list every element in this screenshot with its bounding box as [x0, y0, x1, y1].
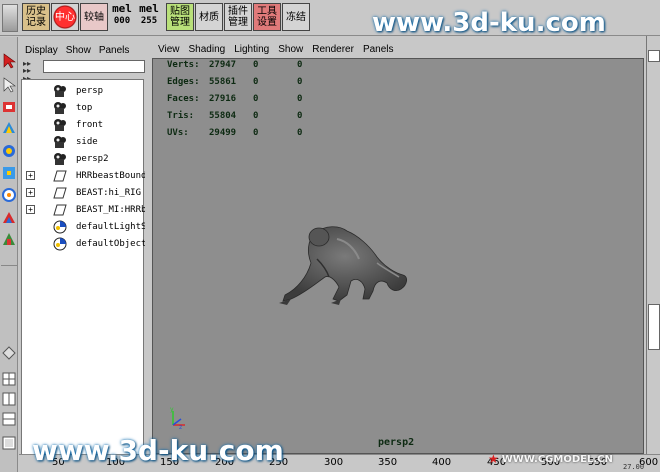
time-tick: 400 [432, 457, 452, 468]
select-tool-icon[interactable] [1, 53, 17, 69]
time-tick: 350 [378, 457, 398, 468]
star-icon: ★ [488, 452, 499, 466]
outliner-search-input[interactable] [43, 60, 145, 73]
outliner-item-beast-hi-rig[interactable]: + BEAST:hi_RIG [22, 184, 145, 201]
scale-tool-icon[interactable] [1, 165, 17, 181]
current-time-field[interactable]: 27.00 [623, 463, 644, 471]
viewport-menu-panels[interactable]: Panels [363, 44, 394, 55]
move-tool-icon[interactable] [1, 121, 17, 137]
viewport-menu-show[interactable]: Show [278, 44, 303, 55]
outliner-item-default-light-set[interactable]: defaultLightSet [22, 218, 145, 235]
outliner-item-persp2[interactable]: persp2 [22, 150, 145, 167]
manipulator-tool-icon[interactable] [1, 187, 17, 203]
channel-box-field[interactable] [648, 50, 660, 62]
expand-icon[interactable]: + [26, 188, 35, 197]
tool-settings-button[interactable]: 工具 设置 [253, 3, 281, 31]
expand-icon[interactable]: + [26, 171, 35, 180]
set-icon [52, 237, 68, 251]
material-button[interactable]: 材质 [195, 3, 223, 31]
layout-outliner-icon[interactable] [1, 411, 17, 427]
rotate-tool-icon[interactable] [1, 143, 17, 159]
outliner-menu-panels[interactable]: Panels [99, 45, 130, 56]
outliner-item-side[interactable]: side [22, 133, 145, 150]
layout-single-icon[interactable] [1, 345, 17, 361]
maya-window: 历史 记录 中心 较轴 mel 000 mel 255 贴图 管理 材质 插件 … [0, 0, 660, 472]
layout-separator [1, 265, 17, 266]
show-manip-tool-icon[interactable] [1, 231, 17, 247]
viewport-menu-renderer[interactable]: Renderer [312, 44, 354, 55]
cgmodel-logo: ★ WWW.CGMODEL.CN [488, 452, 613, 466]
hud-edges: Edges: 55861 0 0 [167, 77, 303, 87]
watermark-top: www.3d-ku.com [372, 8, 606, 38]
outliner-panel: Display Show Panels ▸▸▸▸ ▸▸ persp top fr… [19, 37, 146, 472]
camera-icon [52, 101, 68, 115]
camera-icon [52, 84, 68, 98]
time-tick: 300 [324, 457, 344, 468]
outliner-item-front[interactable]: front [22, 116, 145, 133]
center-button[interactable]: 中心 [51, 3, 79, 31]
transform-icon [52, 186, 68, 200]
camera-icon [52, 118, 68, 132]
outliner-item-hrrbeastbound[interactable]: + HRRbeastBound [22, 167, 145, 184]
outliner-item-top[interactable]: top [22, 99, 145, 116]
camera-icon [52, 152, 68, 166]
expand-icon[interactable]: + [26, 205, 35, 214]
shelf-handle-icon [2, 4, 18, 32]
hud-tris: Tris: 55804 0 0 [167, 111, 303, 121]
paint-tool-icon[interactable] [1, 99, 17, 115]
outliner-list[interactable]: persp top front side persp2 + HRRbeastBo… [21, 79, 145, 472]
viewport-menu-view[interactable]: View [158, 44, 180, 55]
perspective-viewport[interactable]: Verts: 27947 0 0 Edges: 55861 0 0 Faces: 27916 0… [152, 58, 644, 454]
outliner-item-beast-mi-hrrb[interactable]: + BEAST_MI:HRRb [22, 201, 145, 218]
lasso-tool-icon[interactable] [1, 77, 17, 93]
plugin-manager-button[interactable]: 插件 管理 [224, 3, 252, 31]
mel-button-1[interactable]: mel 000 [110, 3, 134, 31]
beast-model[interactable] [277, 219, 417, 309]
viewport-menu-lighting[interactable]: Lighting [234, 44, 269, 55]
outliner-menu-display[interactable]: Display [25, 45, 58, 56]
hud-verts: Verts: 27947 0 0 [167, 60, 303, 70]
history-button[interactable]: 历史 记录 [22, 3, 50, 31]
outliner-item-default-object-set[interactable]: defaultObjectSet [22, 235, 145, 252]
transform-icon [52, 203, 68, 217]
channel-box-edge [646, 36, 660, 472]
layout-four-icon[interactable] [1, 371, 17, 387]
axis-gizmo-icon: y z [170, 407, 185, 431]
soft-mod-tool-icon[interactable] [1, 209, 17, 225]
texture-manager-button[interactable]: 贴图 管理 [166, 3, 194, 31]
watermark-bottom: www.3d-ku.com [32, 434, 284, 467]
outliner-menu-show[interactable]: Show [66, 45, 91, 56]
channel-box-field[interactable] [648, 304, 660, 350]
mel-button-2[interactable]: mel 255 [137, 3, 161, 31]
tool-box [0, 37, 18, 472]
viewport-menubar: View Shading Lighting Show Renderer Pane… [150, 40, 660, 58]
set-icon [52, 220, 68, 234]
layout-graph-icon[interactable] [1, 435, 17, 451]
outliner-item-persp[interactable]: persp [22, 82, 145, 99]
transform-icon [52, 169, 68, 183]
camera-name-label: persp2 [378, 437, 415, 448]
hud-faces: Faces: 27916 0 0 [167, 94, 303, 104]
svg-text:z: z [179, 424, 182, 431]
outliner-menubar: Display Show Panels [25, 42, 129, 58]
viewport-menu-shading[interactable]: Shading [189, 44, 226, 55]
hud-uvs: UVs: 29499 0 0 [167, 128, 303, 138]
layout-side-icon[interactable] [1, 391, 17, 407]
svg-text:y: y [170, 407, 174, 413]
camera-icon [52, 135, 68, 149]
pivot-button[interactable]: 较轴 [80, 3, 108, 31]
freeze-button[interactable]: 冻结 [282, 3, 310, 31]
